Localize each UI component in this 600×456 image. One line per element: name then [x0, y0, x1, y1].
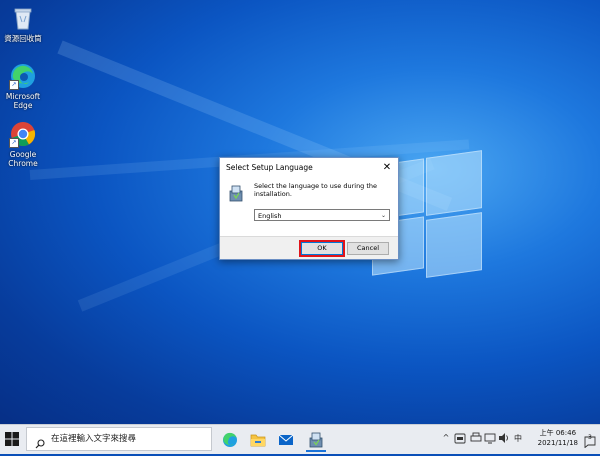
ime-mode-indicator[interactable]: 中 [514, 433, 522, 444]
taskbar-clock[interactable]: 上午 06:46 2021/11/18 [538, 428, 578, 448]
taskbar-app-edge[interactable] [216, 428, 244, 452]
language-select[interactable]: English ⌄ [254, 209, 390, 221]
clock-time: 06:46 [555, 429, 577, 437]
edge-icon [223, 432, 237, 447]
dialog-footer: OK Cancel [220, 236, 398, 259]
language-selected-value: English [258, 212, 282, 220]
desktop-icon-chrome[interactable]: ↗ Google Chrome [0, 120, 46, 168]
printer-icon[interactable] [470, 431, 482, 447]
chrome-icon: ↗ [9, 120, 37, 148]
recycle-bin-icon [9, 4, 37, 32]
search-placeholder: 在這裡輸入文字來搜尋 [51, 434, 137, 444]
dialog-body: Select the language to use during the in… [220, 178, 398, 236]
taskbar-search-box[interactable]: 在這裡輸入文字來搜尋 [26, 427, 212, 451]
notification-count: 3 [588, 434, 592, 441]
file-explorer-icon [250, 434, 266, 447]
start-button[interactable] [4, 431, 20, 447]
edge-icon: ↗ [9, 62, 37, 90]
taskbar-app-setup[interactable] [302, 428, 330, 452]
dialog-titlebar[interactable]: Select Setup Language ✕ [220, 158, 398, 178]
setup-icon [226, 183, 246, 203]
taskbar-app-file-explorer[interactable] [244, 428, 272, 452]
close-button[interactable]: ✕ [380, 158, 394, 178]
desktop-icon-label: Google Chrome [8, 150, 38, 168]
shortcut-arrow-icon: ↗ [9, 138, 19, 148]
cancel-button[interactable]: Cancel [347, 242, 389, 255]
input-indicator-icon[interactable] [454, 431, 466, 447]
desktop-icon-label: Microsoft Edge [5, 92, 41, 110]
setup-icon [309, 432, 323, 448]
windows-start-icon [5, 432, 19, 446]
clock-date: 2021/11/18 [537, 439, 578, 447]
notification-center-button[interactable]: 3 [584, 433, 596, 449]
desktop-icon-edge[interactable]: ↗ Microsoft Edge [0, 62, 46, 110]
dialog-title: Select Setup Language [226, 163, 313, 172]
desktop-icon-label: 資源回收筒 [4, 34, 42, 43]
ok-button[interactable]: OK [299, 240, 345, 257]
volume-icon[interactable] [498, 431, 510, 447]
taskbar: 在這裡輸入文字來搜尋 ^ 中 上午 06:46 2021/11/18 3 [0, 424, 600, 454]
show-hidden-icons-chevron-up-icon[interactable]: ^ [440, 433, 452, 442]
desktop-icon-recycle-bin[interactable]: 資源回收筒 [0, 4, 46, 43]
network-icon[interactable] [484, 431, 496, 447]
chevron-down-icon: ⌄ [380, 212, 386, 219]
clock-period: 上午 [539, 429, 554, 437]
mail-icon [278, 434, 294, 445]
select-setup-language-dialog: Select Setup Language ✕ Select the langu… [219, 157, 399, 260]
taskbar-app-mail[interactable] [272, 428, 300, 452]
desktop-background: 資源回收筒 ↗ Microsoft Edge ↗ Google Chrome S… [0, 0, 600, 424]
search-icon [35, 434, 45, 449]
shortcut-arrow-icon: ↗ [9, 80, 19, 90]
language-prompt: Select the language to use during the in… [254, 182, 378, 198]
